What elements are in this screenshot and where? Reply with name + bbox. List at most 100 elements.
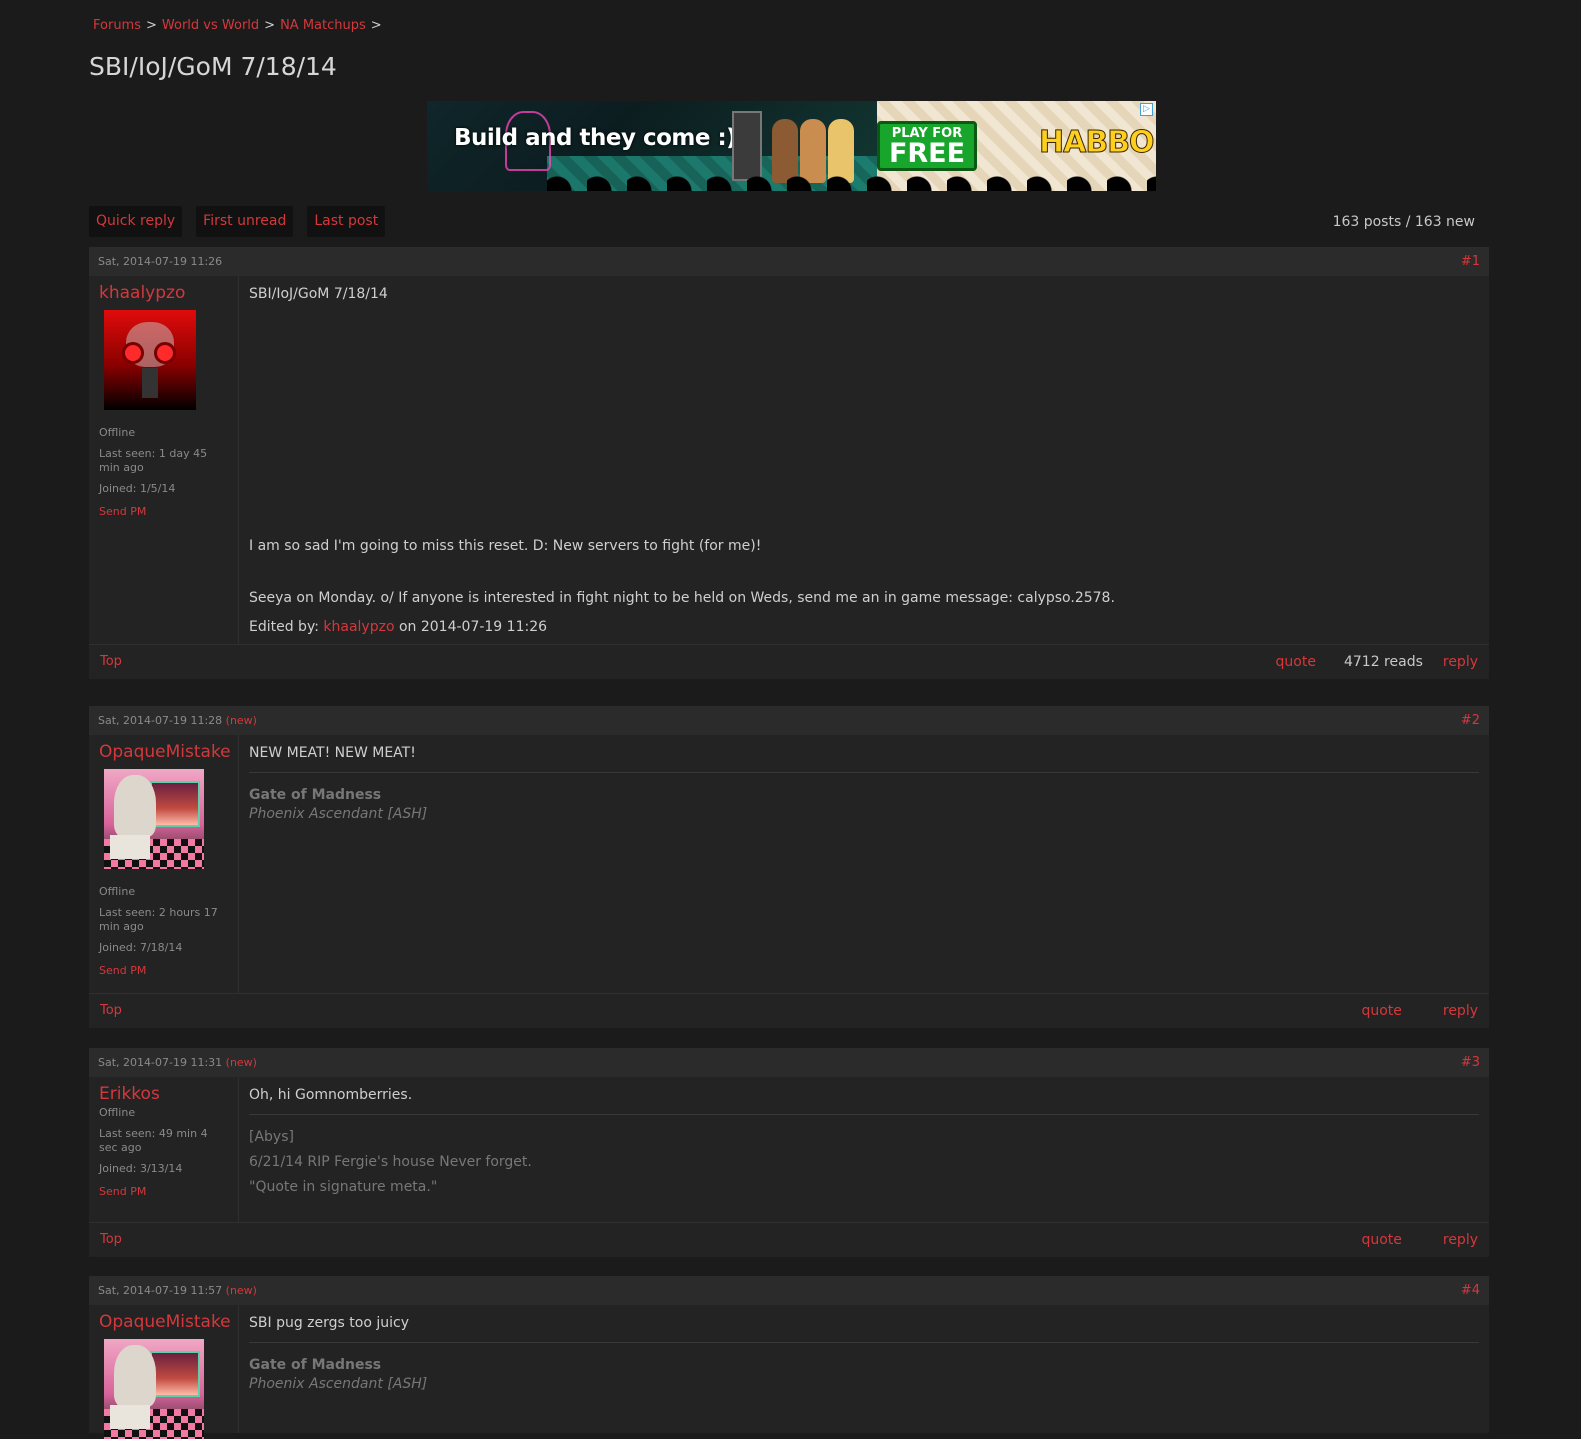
post-text: NEW MEAT! NEW MEAT! bbox=[249, 745, 416, 761]
author-name[interactable]: khaalypzo bbox=[99, 283, 228, 303]
post-permalink[interactable]: #4 bbox=[1461, 1276, 1480, 1305]
send-pm-link[interactable]: Send PM bbox=[99, 505, 228, 518]
author-last-seen: Last seen: 2 hours 17 min ago bbox=[99, 906, 218, 933]
ad-banner[interactable]: Build and they come :) PLAY FOR FREE HAB… bbox=[427, 101, 1156, 191]
thread-actions: Quick reply First unread Last post bbox=[89, 206, 386, 237]
post-body: OpaqueMistake SBI pug zergs too juicy Ga… bbox=[89, 1305, 1489, 1439]
author-panel: OpaqueMistake bbox=[89, 1305, 239, 1439]
post-footer: Top quote reply bbox=[89, 1222, 1489, 1256]
post-date-line: Sat, 2014-07-19 11:31 (new) bbox=[98, 1048, 257, 1077]
page-title: SBI/IoJ/GoM 7/18/14 bbox=[89, 52, 337, 81]
signature-server: Gate of Madness bbox=[249, 1357, 382, 1373]
post-text: Oh, hi Gomnomberries. bbox=[249, 1087, 413, 1103]
post-date: Sat, 2014-07-19 11:28 bbox=[98, 714, 223, 727]
ad-cta-big: FREE bbox=[888, 138, 966, 169]
post-text: Seeya on Monday. o/ If anyone is interes… bbox=[249, 590, 1115, 606]
send-pm-link[interactable]: Send PM bbox=[99, 964, 228, 977]
quote-link[interactable]: quote bbox=[1361, 1003, 1401, 1019]
read-count: 4712 reads bbox=[1343, 653, 1423, 670]
author-joined: Joined: 3/13/14 bbox=[99, 1162, 183, 1175]
edited-prefix: Edited by: bbox=[249, 619, 319, 635]
signature-line: "Quote in signature meta." bbox=[249, 1179, 438, 1195]
signature-server: Gate of Madness bbox=[249, 787, 382, 803]
breadcrumb: Forums > World vs World > NA Matchups > bbox=[93, 18, 387, 33]
signature-line: [Abys] bbox=[249, 1129, 294, 1145]
post-header: Sat, 2014-07-19 11:28 (new) #2 bbox=[89, 706, 1489, 735]
post-text: I am so sad I'm going to miss this reset… bbox=[249, 538, 762, 554]
top-link[interactable]: Top bbox=[100, 1003, 122, 1018]
author-joined: Joined: 1/5/14 bbox=[99, 482, 176, 495]
author-name[interactable]: OpaqueMistake bbox=[99, 742, 231, 762]
post: Sat, 2014-07-19 11:28 (new) #2 OpaqueMis… bbox=[89, 706, 1489, 1028]
author-last-seen: Last seen: 1 day 45 min ago bbox=[99, 447, 208, 474]
edited-suffix: on 2014-07-19 11:26 bbox=[398, 619, 548, 635]
post-header: Sat, 2014-07-19 11:57 (new) #4 bbox=[89, 1276, 1489, 1305]
author-panel: OpaqueMistake Offline Last seen: 2 hours… bbox=[89, 735, 239, 993]
post: Sat, 2014-07-19 11:31 (new) #3 Erikkos O… bbox=[89, 1048, 1489, 1257]
signature: Gate of Madness Phoenix Ascendant [ASH] bbox=[249, 772, 1479, 822]
breadcrumb-separator: > bbox=[264, 18, 276, 33]
send-pm-link[interactable]: Send PM bbox=[99, 1185, 228, 1198]
avatar[interactable] bbox=[104, 310, 196, 410]
habbo-logo: HABBO bbox=[1039, 125, 1156, 161]
author-panel: Erikkos Offline Last seen: 49 min 4 sec … bbox=[89, 1077, 239, 1222]
post-date-line: Sat, 2014-07-19 11:28 (new) bbox=[98, 706, 257, 735]
avatar[interactable] bbox=[104, 769, 204, 869]
avatar[interactable] bbox=[104, 1339, 204, 1439]
breadcrumb-wvw-link[interactable]: World vs World bbox=[162, 18, 259, 33]
signature-line: 6/21/14 RIP Fergie's house Never forget. bbox=[249, 1154, 532, 1170]
post-date: Sat, 2014-07-19 11:26 bbox=[98, 255, 223, 268]
post-header: Sat, 2014-07-19 11:26 #1 bbox=[89, 247, 1489, 276]
post-content: Oh, hi Gomnomberries. [Abys] 6/21/14 RIP… bbox=[239, 1077, 1489, 1222]
quote-link[interactable]: quote bbox=[1276, 654, 1316, 670]
last-post-button[interactable]: Last post bbox=[307, 206, 386, 237]
post-permalink[interactable]: #1 bbox=[1461, 247, 1480, 276]
crowd-silhouettes bbox=[547, 171, 1156, 191]
post-body: Erikkos Offline Last seen: 49 min 4 sec … bbox=[89, 1077, 1489, 1222]
post-footer: Top quote reply bbox=[89, 993, 1489, 1027]
first-unread-button[interactable]: First unread bbox=[196, 206, 294, 237]
post-permalink[interactable]: #2 bbox=[1461, 706, 1480, 735]
quote-link[interactable]: quote bbox=[1361, 1232, 1401, 1248]
new-badge: (new) bbox=[225, 1056, 257, 1069]
post: Sat, 2014-07-19 11:26 #1 khaalypzo Offli… bbox=[89, 247, 1489, 679]
author-status: Offline bbox=[99, 885, 136, 898]
new-badge: (new) bbox=[225, 714, 257, 727]
top-link[interactable]: Top bbox=[100, 654, 122, 669]
author-joined: Joined: 7/18/14 bbox=[99, 941, 183, 954]
post-header: Sat, 2014-07-19 11:31 (new) #3 bbox=[89, 1048, 1489, 1077]
quick-reply-button[interactable]: Quick reply bbox=[89, 206, 183, 237]
author-status: Offline bbox=[99, 1106, 136, 1119]
breadcrumb-separator: > bbox=[146, 18, 157, 33]
post-content: NEW MEAT! NEW MEAT! Gate of Madness Phoe… bbox=[239, 735, 1489, 993]
new-badge: (new) bbox=[225, 1284, 257, 1297]
post-body: OpaqueMistake Offline Last seen: 2 hours… bbox=[89, 735, 1489, 993]
author-panel: khaalypzo Offline Last seen: 1 day 45 mi… bbox=[89, 276, 239, 644]
edited-by-link[interactable]: khaalypzo bbox=[323, 619, 394, 635]
top-link[interactable]: Top bbox=[100, 1232, 122, 1247]
post-permalink[interactable]: #3 bbox=[1461, 1048, 1480, 1077]
post-count: 163 posts / 163 new bbox=[1332, 214, 1475, 230]
post: Sat, 2014-07-19 11:57 (new) #4 OpaqueMis… bbox=[89, 1276, 1489, 1439]
post-footer: Top quote 4712 reads reply bbox=[89, 644, 1489, 678]
reply-link[interactable]: reply bbox=[1443, 654, 1478, 670]
author-name[interactable]: OpaqueMistake bbox=[99, 1312, 231, 1332]
reply-link[interactable]: reply bbox=[1443, 1232, 1478, 1248]
post-content: SBI pug zergs too juicy Gate of Madness … bbox=[239, 1305, 1489, 1433]
signature: Gate of Madness Phoenix Ascendant [ASH] bbox=[249, 1342, 1479, 1392]
post-text: SBI/IoJ/GoM 7/18/14 bbox=[249, 286, 388, 302]
signature-guild: Phoenix Ascendant [ASH] bbox=[249, 806, 428, 822]
ad-play-button[interactable]: PLAY FOR FREE bbox=[877, 121, 977, 171]
edited-note: Edited by: khaalypzo on 2014-07-19 11:26 bbox=[249, 619, 1479, 635]
reply-link[interactable]: reply bbox=[1443, 1003, 1478, 1019]
post-body: khaalypzo Offline Last seen: 1 day 45 mi… bbox=[89, 276, 1489, 644]
post-date: Sat, 2014-07-19 11:31 bbox=[98, 1056, 223, 1069]
author-name[interactable]: Erikkos bbox=[99, 1084, 228, 1104]
breadcrumb-forums-link[interactable]: Forums bbox=[93, 18, 141, 33]
author-status: Offline bbox=[99, 426, 136, 439]
signature-guild: Phoenix Ascendant [ASH] bbox=[249, 1376, 428, 1392]
adchoices-icon[interactable]: ▷ bbox=[1140, 103, 1153, 116]
author-last-seen: Last seen: 49 min 4 sec ago bbox=[99, 1127, 208, 1154]
breadcrumb-na-matchups-link[interactable]: NA Matchups bbox=[280, 18, 366, 33]
signature: [Abys] 6/21/14 RIP Fergie's house Never … bbox=[249, 1114, 1479, 1195]
